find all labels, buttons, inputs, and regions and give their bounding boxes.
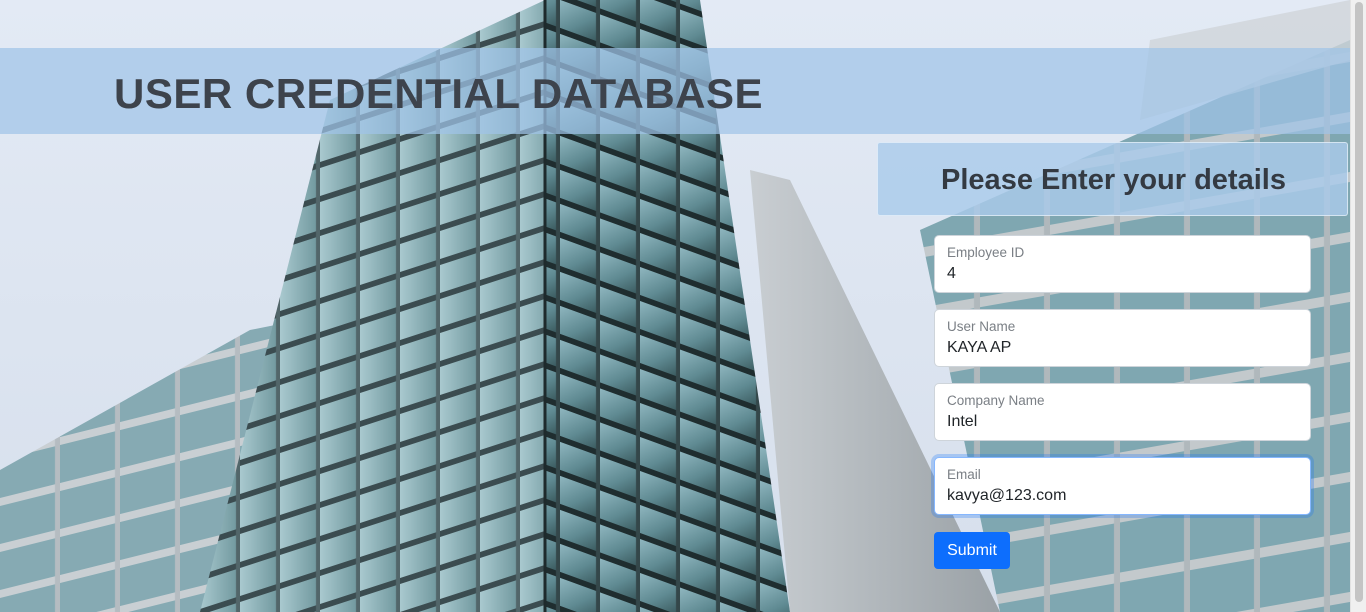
email-field[interactable]: Email bbox=[934, 457, 1311, 515]
email-label: Email bbox=[947, 467, 981, 482]
user-name-field[interactable]: User Name bbox=[934, 309, 1311, 367]
page-title: USER CREDENTIAL DATABASE bbox=[114, 70, 764, 117]
submit-button[interactable]: Submit bbox=[934, 532, 1010, 569]
company-name-field[interactable]: Company Name bbox=[934, 383, 1311, 441]
form-header-card: Please Enter your details bbox=[877, 142, 1348, 216]
employee-id-input[interactable] bbox=[947, 263, 1297, 285]
email-input[interactable] bbox=[947, 485, 1297, 507]
page-viewport: USER CREDENTIAL DATABASE Please Enter yo… bbox=[0, 0, 1366, 612]
company-name-input[interactable] bbox=[947, 411, 1297, 433]
employee-id-field[interactable]: Employee ID bbox=[934, 235, 1311, 293]
scrollbar-thumb[interactable] bbox=[1355, 2, 1363, 602]
user-name-label: User Name bbox=[947, 319, 1016, 334]
employee-id-label: Employee ID bbox=[947, 245, 1025, 260]
vertical-scrollbar[interactable] bbox=[1350, 0, 1366, 612]
form-heading: Please Enter your details bbox=[941, 164, 1286, 196]
company-name-label: Company Name bbox=[947, 393, 1045, 408]
user-name-input[interactable] bbox=[947, 337, 1297, 359]
